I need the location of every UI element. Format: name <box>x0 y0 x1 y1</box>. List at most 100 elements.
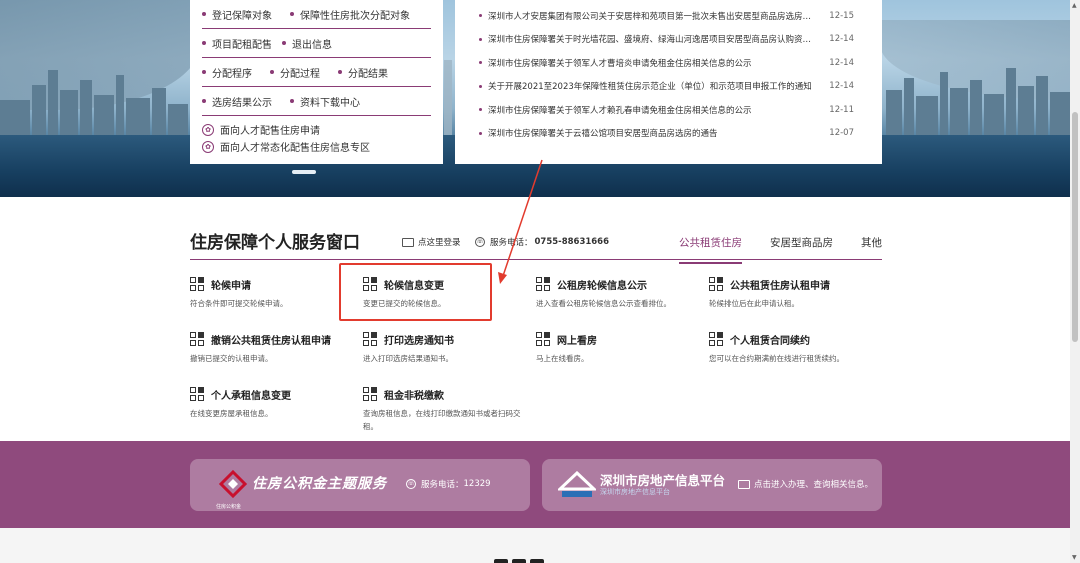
menu-link[interactable]: 登记保障对象 <box>202 7 272 22</box>
phone-icon: ☏ <box>406 479 416 489</box>
scroll-up-icon[interactable]: ▲ <box>1072 2 1077 9</box>
page-scrollbar[interactable]: ▲ ▼ <box>1070 0 1080 563</box>
grid-icon <box>709 332 723 346</box>
menu-link[interactable]: 分配结果 <box>338 65 388 80</box>
housing-fund-phone: ☏ 服务电话： 12329 <box>406 478 491 490</box>
login-link[interactable]: 点这里登录 <box>402 236 461 248</box>
grid-icon <box>190 332 204 346</box>
housing-fund-title: 住房公积金主题服务 <box>252 476 387 492</box>
news-date: 12-14 <box>829 81 854 92</box>
news-item[interactable]: 深圳市住房保障署关于时光墙花园、盛境府、绿海山河逸居项目安居型商品房认购资格..… <box>479 28 854 52</box>
card-title: 公共租赁住房认租申请 <box>730 280 830 292</box>
scrollbar-thumb[interactable] <box>1072 112 1078 342</box>
menu-link-label: 分配过程 <box>280 68 320 80</box>
bullet-icon <box>338 70 342 74</box>
card-title: 个人承租信息变更 <box>211 390 291 402</box>
tab-other[interactable]: 其他 <box>861 235 882 264</box>
card-title: 打印选房通知书 <box>384 335 454 347</box>
bullet-icon <box>202 70 206 74</box>
bullet-icon <box>270 70 274 74</box>
news-date: 12-14 <box>829 34 854 45</box>
bullet-icon <box>282 41 286 45</box>
menu-link-label: 保障性住房批次分配对象 <box>300 10 410 22</box>
real-estate-enter: 点击进入办理、查询相关信息。 <box>738 478 873 490</box>
service-card-cancel-rental-apply[interactable]: 撤销公共租赁住房认租申请 撤销已提交的认租申请。 <box>190 331 360 365</box>
card-desc: 查询房租信息，在线打印缴款通知书或者扫码交租。 <box>363 409 521 431</box>
talent-icon: ✿ <box>202 123 214 136</box>
card-desc: 在线变更房屋承租信息。 <box>190 409 273 418</box>
card-desc: 进入查看公租房轮候信息公示查看排位。 <box>536 299 671 308</box>
menu-row: 项目配租配售 退出信息 <box>202 29 431 58</box>
menu-link-label: 项目配租配售 <box>212 39 272 51</box>
card-desc: 撤销已提交的认租申请。 <box>190 354 273 363</box>
talent-housing-zone-label: 面向人才常态化配售住房信息专区 <box>220 143 370 154</box>
service-card-waitlist-apply[interactable]: 轮候申请 符合条件即可提交轮候申请。 <box>190 276 360 310</box>
card-desc: 您可以在合约期满前在线进行租赁续约。 <box>709 354 844 363</box>
menu-row: 分配程序 分配过程 分配结果 <box>202 58 431 87</box>
service-card-lease-renewal[interactable]: 个人租赁合同续约 您可以在合约期满前在线进行租赁续约。 <box>709 331 879 365</box>
cut-off-heading <box>494 554 574 563</box>
service-card-rent-payment[interactable]: 租金非税缴款 查询房租信息，在线打印缴款通知书或者扫码交租。 <box>363 386 533 433</box>
menu-link[interactable]: 选房结果公示 <box>202 94 272 109</box>
service-tabs: 公共租赁住房 安居型商品房 其他 <box>651 235 882 264</box>
menu-link[interactable]: 退出信息 <box>282 36 332 51</box>
bullet-icon <box>290 12 294 16</box>
chat-icon <box>738 479 750 489</box>
housing-fund-logo-icon <box>218 469 248 499</box>
news-title: 深圳市住房保障署关于领军人才赖孔春申请免租金住房相关信息的公示 <box>488 105 752 116</box>
menu-link[interactable]: 分配程序 <box>202 65 252 80</box>
news-date: 12-14 <box>829 57 854 68</box>
card-title: 个人租赁合同续约 <box>730 335 810 347</box>
housing-fund-service-banner[interactable]: 住房公积金 住房公积金主题服务 ☏ 服务电话： 12329 <box>190 459 530 511</box>
menu-link-label: 登记保障对象 <box>212 10 272 22</box>
news-date: 12-11 <box>829 104 854 115</box>
scroll-down-icon[interactable]: ▼ <box>1072 554 1077 561</box>
service-card-rental-apply[interactable]: 公共租赁住房认租申请 轮候排位后在此申请认租。 <box>709 276 879 310</box>
card-desc: 马上在线看房。 <box>536 354 589 363</box>
tab-affordable-housing[interactable]: 安居型商品房 <box>770 235 833 264</box>
service-card-waitlist-publicity[interactable]: 公租房轮候信息公示 进入查看公租房轮候信息公示查看排位。 <box>536 276 706 310</box>
phone-number: 12329 <box>463 479 491 489</box>
login-label: 点这里登录 <box>418 238 461 248</box>
grid-icon <box>363 332 377 346</box>
phone-label: 服务电话： <box>421 480 464 490</box>
news-title: 深圳市住房保障署关于领军人才曹培炎申请免租金住房相关信息的公示 <box>488 58 752 69</box>
annotation-highlight-box <box>339 263 492 321</box>
bullet-icon <box>479 108 482 112</box>
grid-icon <box>190 387 204 401</box>
grid-icon <box>536 277 550 291</box>
menu-row: 登记保障对象 保障性住房批次分配对象 <box>202 0 431 29</box>
menu-link-label: 分配程序 <box>212 68 252 80</box>
news-item[interactable]: 深圳市住房保障署关于领军人才曹培炎申请免租金住房相关信息的公示 12-14 <box>479 51 854 75</box>
news-item[interactable]: 深圳市住房保障署关于领军人才赖孔春申请免租金住房相关信息的公示 12-11 <box>479 98 854 122</box>
menu-link[interactable]: 分配过程 <box>270 65 320 80</box>
service-card-tenancy-change[interactable]: 个人承租信息变更 在线变更房屋承租信息。 <box>190 386 360 420</box>
menu-link-label: 分配结果 <box>348 68 388 80</box>
left-menu-panel: 登记保障对象 保障性住房批次分配对象 项目配租配售 退出信息 分配程序 分配过程… <box>190 0 443 164</box>
menu-link[interactable]: 保障性住房批次分配对象 <box>290 7 410 22</box>
news-title: 关于开展2021至2023年保障性租赁住房示范企业（单位）和示范项目申报工作的通… <box>488 82 812 93</box>
real-estate-platform-banner[interactable]: 深圳市房地产信息平台 深圳市房地产信息平台 点击进入办理、查询相关信息。 <box>542 459 882 511</box>
news-item[interactable]: 关于开展2021至2023年保障性租赁住房示范企业（单位）和示范项目申报工作的通… <box>479 75 854 99</box>
phone-icon: ☏ <box>475 237 485 247</box>
grid-icon <box>536 332 550 346</box>
real-estate-subtitle: 深圳市房地产信息平台 <box>600 488 670 496</box>
menu-link[interactable]: 资料下载中心 <box>290 94 360 109</box>
news-item[interactable]: 深圳市住房保障署关于云禧公馆项目安居型商品房选房的通告 12-07 <box>479 122 854 146</box>
card-title: 网上看房 <box>557 335 597 347</box>
menu-link[interactable]: 项目配租配售 <box>202 36 272 51</box>
tab-public-rental[interactable]: 公共租赁住房 <box>679 235 742 264</box>
real-estate-enter-label: 点击进入办理、查询相关信息。 <box>754 480 874 490</box>
talent-housing-link[interactable]: ✿ 面向人才配售住房申请 <box>202 121 431 138</box>
service-card-online-viewing[interactable]: 网上看房 马上在线看房。 <box>536 331 706 365</box>
talent-icon: ✿ <box>202 140 214 153</box>
promo-band: 住房公积金 住房公积金主题服务 ☏ 服务电话： 12329 深圳市房地产信息平台 … <box>0 441 1080 528</box>
service-phone: ☏ 服务电话： 0755-88631666 <box>475 236 609 248</box>
bullet-icon <box>479 61 482 65</box>
service-card-print-notice[interactable]: 打印选房通知书 进入打印选房结果通知书。 <box>363 331 533 365</box>
card-title: 公租房轮候信息公示 <box>557 280 647 292</box>
news-item[interactable]: 深圳市人才安居集团有限公司关于安居梓和苑项目第一批次未售出安居型商品房选房有关.… <box>479 4 854 28</box>
bullet-icon <box>202 41 206 45</box>
talent-housing-label: 面向人才配售住房申请 <box>220 126 320 137</box>
talent-housing-zone-link[interactable]: ✿ 面向人才常态化配售住房信息专区 <box>202 138 431 155</box>
